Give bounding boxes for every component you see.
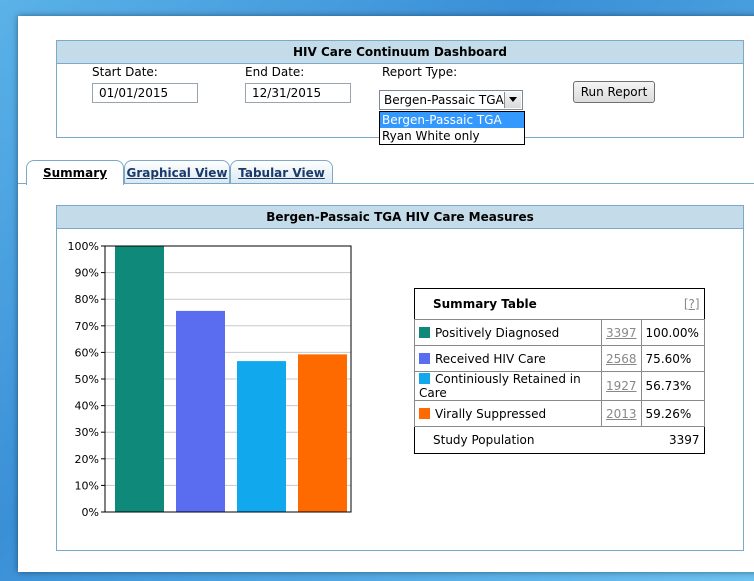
table-row: Received HIV Care 2568 75.60%: [414, 345, 705, 372]
row-percent: 56.73%: [640, 371, 705, 401]
end-date-label: End Date:: [245, 65, 305, 79]
bar-positively-diagnosed: [115, 246, 164, 512]
chevron-down-icon[interactable]: [504, 92, 521, 108]
legend-swatch: [419, 373, 430, 384]
count-link[interactable]: 3397: [601, 319, 642, 346]
start-date-label: Start Date:: [92, 65, 158, 79]
tab-tabular-view[interactable]: Tabular View: [230, 160, 333, 183]
count-link[interactable]: 1927: [601, 371, 642, 401]
help-link[interactable]: [?]: [684, 297, 700, 311]
end-date-input[interactable]: [245, 83, 351, 103]
page-container: HIV Care Continuum Dashboard Start Date:…: [18, 16, 754, 572]
row-percent: 59.26%: [640, 400, 705, 427]
table-footer-row: Study Population 3397: [415, 427, 705, 454]
y-tick-label: 60%: [75, 346, 99, 359]
y-tick-label: 100%: [68, 240, 99, 253]
summary-table-title: Summary Table: [433, 297, 537, 311]
tab-summary[interactable]: Summary: [26, 160, 124, 185]
table-row: Continiously Retained in Care 1927 56.73…: [414, 371, 705, 401]
bar-virally-suppressed: [298, 354, 347, 512]
bar-received-hiv-care: [176, 310, 225, 512]
bar-continiously-retained-in-care: [237, 361, 286, 512]
count-link[interactable]: 2013: [601, 400, 642, 427]
table-row: Positively Diagnosed 3397 100.00%: [414, 319, 705, 346]
row-label: Virally Suppressed: [435, 406, 547, 421]
footer-value: 3397: [669, 433, 700, 447]
legend-swatch: [419, 352, 430, 364]
dropdown-option[interactable]: Ryan White only: [380, 128, 524, 144]
legend-swatch: [419, 326, 430, 338]
row-percent: 75.60%: [640, 345, 705, 372]
run-report-button[interactable]: Run Report: [573, 81, 655, 103]
row-label: Positively Diagnosed: [435, 325, 560, 340]
row-percent: 100.00%: [640, 319, 705, 346]
report-type-select[interactable]: Bergen-Passaic TGA: [379, 90, 523, 110]
y-tick-label: 50%: [75, 373, 99, 386]
y-tick-label: 0%: [82, 506, 99, 519]
y-tick-label: 90%: [75, 267, 99, 280]
dropdown-option[interactable]: Bergen-Passaic TGA: [380, 112, 524, 128]
table-row: Virally Suppressed 2013 59.26%: [414, 400, 705, 427]
legend-swatch: [419, 407, 430, 419]
y-tick-label: 70%: [75, 320, 99, 333]
report-type-value: Bergen-Passaic TGA: [384, 93, 504, 107]
tab-graphical-view[interactable]: Graphical View: [124, 160, 230, 183]
y-tick-label: 40%: [75, 400, 99, 413]
count-link[interactable]: 2568: [601, 345, 642, 372]
care-continuum-chart: 0% 10% 20% 30% 40% 50% 60% 70% 80% 90% 100%: [68, 240, 352, 519]
y-tick-label: 20%: [75, 453, 99, 466]
report-type-dropdown: Bergen-Passaic TGA Ryan White only: [379, 111, 525, 145]
measures-panel: Bergen-Passaic TGA HIV Care Measures 0% 1…: [56, 205, 744, 551]
summary-table-header: Summary Table [?]: [414, 288, 705, 320]
y-tick-label: 80%: [75, 293, 99, 306]
summary-table: Summary Table [?] Positively Diagnosed 3…: [414, 288, 705, 454]
measures-title: Bergen-Passaic TGA HIV Care Measures: [57, 206, 743, 229]
footer-label: Study Population: [433, 433, 535, 447]
dashboard-title: HIV Care Continuum Dashboard: [57, 41, 743, 64]
y-tick-label: 30%: [75, 426, 99, 439]
report-type-label: Report Type:: [382, 65, 458, 79]
y-tick-label: 10%: [75, 479, 99, 492]
row-label: Continiously Retained in Care: [419, 372, 581, 400]
start-date-input[interactable]: [92, 83, 198, 103]
row-label: Received HIV Care: [435, 351, 546, 366]
